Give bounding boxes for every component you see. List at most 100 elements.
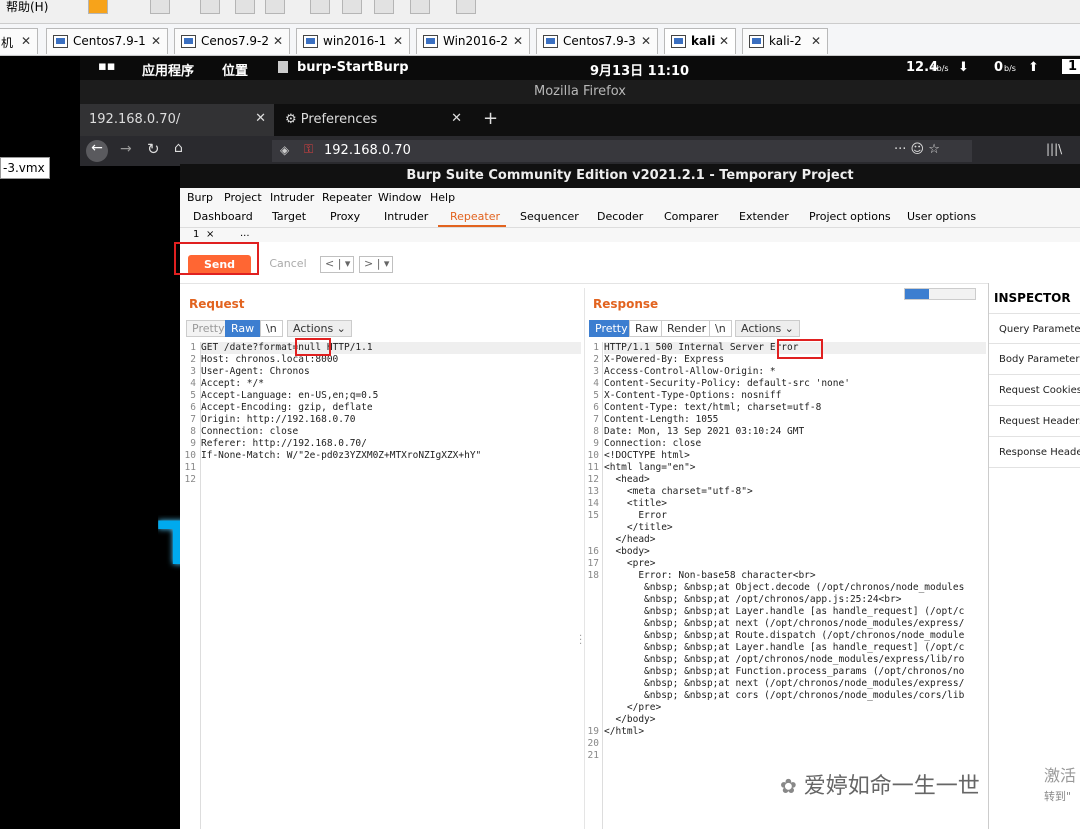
response-line: </title> [604, 522, 673, 533]
firefox-tab[interactable]: 192.168.0.70/ ✕ [80, 104, 274, 136]
vm-tab-cenos7.9-2[interactable]: Cenos7.9-2 ✕ [174, 28, 290, 54]
new-tab-button[interactable]: + [474, 104, 498, 136]
menu-project[interactable]: Project [224, 191, 262, 204]
menu-window[interactable]: Window [378, 191, 421, 204]
request-editor[interactable]: GET /date?format=null HTTP/1.1 Host: chro… [201, 342, 581, 482]
close-icon[interactable]: ✕ [21, 34, 31, 48]
response-editor[interactable]: HTTP/1.1 500 Internal Server Error X-Powe… [604, 342, 986, 772]
tab-sequencer[interactable]: Sequencer [520, 210, 579, 223]
response-line: </pre> [604, 702, 662, 713]
view-console-button[interactable] [310, 0, 330, 14]
response-actions-menu[interactable]: Actions ⌄ [735, 320, 800, 337]
tab-repeater[interactable]: Repeater [450, 210, 500, 223]
clock[interactable]: 9月13日 11:10 [590, 60, 689, 79]
reload-icon[interactable]: ↻ [147, 140, 160, 158]
vm-tab-centos7.9-3[interactable]: Centos7.9-3 ✕ [536, 28, 658, 54]
vm-tab-host[interactable]: 机 ✕ [0, 28, 38, 54]
forward-icon[interactable]: → [120, 141, 132, 157]
inspector-body-params[interactable]: Body Parameters [989, 344, 1080, 375]
stretch-button[interactable] [410, 0, 430, 14]
tab-extender[interactable]: Extender [739, 210, 789, 223]
close-icon[interactable]: ✕ [273, 34, 283, 48]
vm-tab-win2016-2[interactable]: Win2016-2 ✕ [416, 28, 530, 54]
close-icon[interactable]: ✕ [719, 34, 729, 48]
inspector-response-headers[interactable]: Response Headers [989, 437, 1080, 468]
snapshot-manager-button[interactable] [265, 0, 285, 14]
inspector-request-cookies[interactable]: Request Cookies [989, 375, 1080, 406]
response-render-tab[interactable]: Render [661, 320, 713, 337]
request-raw-tab[interactable]: Raw [225, 320, 261, 337]
active-app-label[interactable]: burp-StartBurp [297, 60, 409, 75]
request-line: Accept: */* [201, 378, 264, 389]
snapshot-button[interactable] [150, 0, 170, 14]
history-back-button[interactable]: < | ▾ [320, 256, 354, 273]
response-line: &nbsp; &nbsp;at /opt/chronos/app.js:25:2… [604, 594, 902, 605]
cancel-button[interactable]: Cancel [265, 257, 311, 273]
close-icon[interactable]: ✕ [513, 34, 523, 48]
repeater-tab-1[interactable]: 1 [193, 229, 199, 240]
response-raw-tab[interactable]: Raw [629, 320, 665, 337]
response-line-number: 10 [587, 450, 599, 461]
close-icon[interactable]: ✕ [451, 111, 462, 126]
request-pretty-tab[interactable]: Pretty [186, 320, 231, 337]
url-bar[interactable]: ◈ ⚿ 192.168.0.70 ··· ☺ ☆ [272, 140, 972, 162]
page-actions-icon[interactable]: ··· ☺ ☆ [894, 142, 940, 157]
pause-button[interactable] [88, 0, 108, 14]
places-menu[interactable]: 位置 [222, 60, 248, 79]
back-icon[interactable]: ← [86, 140, 108, 162]
tab-project-options[interactable]: Project options [809, 210, 891, 223]
home-icon[interactable]: ⌂ [174, 140, 183, 156]
split-view-icon[interactable] [905, 289, 929, 299]
menu-burp[interactable]: Burp [187, 191, 213, 204]
library-icon[interactable]: |||\ [1046, 142, 1062, 156]
response-pretty-tab[interactable]: Pretty [589, 320, 634, 337]
request-newline-tab[interactable]: \n [260, 320, 283, 337]
unity-button[interactable] [374, 0, 394, 14]
response-line-number: 3 [593, 366, 599, 377]
tab-target[interactable]: Target [272, 210, 306, 223]
request-actions-menu[interactable]: Actions ⌄ [287, 320, 352, 337]
watermark-text: 爱婷如命一生一世 [803, 774, 980, 799]
help-menu[interactable]: 帮助(H) [6, 0, 48, 14]
firefox-tab[interactable]: ⚙ Preferences ✕ [276, 104, 470, 136]
close-icon[interactable]: ✕ [151, 34, 161, 48]
response-line-number [582, 642, 599, 654]
menu-help[interactable]: Help [430, 191, 455, 204]
fullscreen-button[interactable] [342, 0, 362, 14]
applications-menu[interactable]: 应用程序 [142, 60, 194, 79]
repeater-tab-close[interactable]: × [206, 229, 214, 240]
library-button[interactable] [456, 0, 476, 14]
workspace-indicator[interactable]: 1 [1062, 59, 1080, 74]
close-icon[interactable]: ✕ [255, 111, 266, 126]
inspector-request-headers[interactable]: Request Headers [989, 406, 1080, 437]
vm-tab-kali[interactable]: kali ✕ [664, 28, 736, 54]
menu-intruder[interactable]: Intruder [270, 191, 314, 204]
request-line: GET /date?format=null HTTP/1.1 [201, 342, 581, 354]
tab-intruder[interactable]: Intruder [384, 210, 428, 223]
tab-user-options[interactable]: User options [907, 210, 976, 223]
close-icon[interactable]: ✕ [641, 34, 651, 48]
menu-repeater[interactable]: Repeater [322, 191, 372, 204]
drag-handle-icon[interactable]: · · · [579, 632, 582, 650]
tab-dashboard[interactable]: Dashboard [193, 210, 253, 223]
inspector-query-params[interactable]: Query Parameters [989, 313, 1080, 344]
manage-snapshots-button[interactable] [235, 0, 255, 14]
revert-button[interactable] [200, 0, 220, 14]
vm-tab-centos7.9-1[interactable]: Centos7.9-1 ✕ [46, 28, 168, 54]
request-line: Host: chronos.local:8000 [201, 354, 339, 365]
burp-title-bar: Burp Suite Community Edition v2021.2.1 -… [180, 164, 1080, 188]
vm-tab-label: Cenos7.9-2 [201, 34, 270, 48]
request-actions-label: Actions [293, 322, 334, 335]
close-icon[interactable]: ✕ [811, 34, 821, 48]
close-icon[interactable]: ✕ [393, 34, 403, 48]
tab-comparer[interactable]: Comparer [664, 210, 718, 223]
response-newline-tab[interactable]: \n [709, 320, 732, 337]
repeater-new-tab[interactable]: ... [240, 228, 250, 239]
activities-grid-icon[interactable]: ▪▪ [98, 59, 116, 74]
vm-tab-win2016-1[interactable]: win2016-1 ✕ [296, 28, 410, 54]
history-forward-button[interactable]: > | ▾ [359, 256, 393, 273]
vm-tab-kali-2[interactable]: kali-2 ✕ [742, 28, 828, 54]
tab-decoder[interactable]: Decoder [597, 210, 643, 223]
layout-toggle[interactable] [904, 288, 976, 300]
tab-proxy[interactable]: Proxy [330, 210, 360, 223]
